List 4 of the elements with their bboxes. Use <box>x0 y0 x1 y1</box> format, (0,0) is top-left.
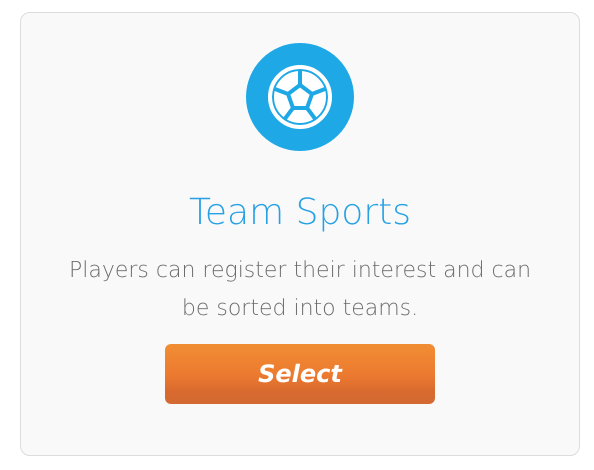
select-button[interactable]: Select <box>165 344 435 404</box>
card-description: Players can register their interest and can be sorted into teams. <box>68 257 532 324</box>
soccer-ball-icon <box>246 43 354 151</box>
card-title: Team Sports <box>189 191 411 234</box>
